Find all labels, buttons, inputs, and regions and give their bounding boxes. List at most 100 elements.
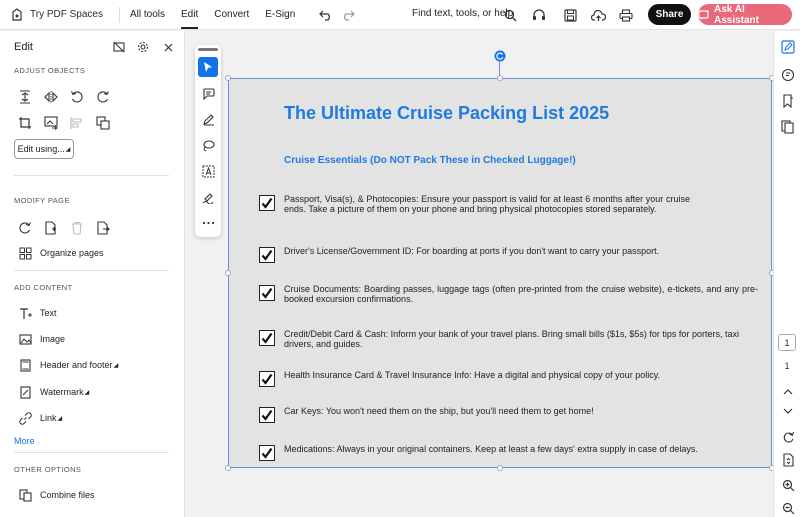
checkbox-checked-icon [259,407,275,423]
resize-handle[interactable] [225,465,231,471]
layer-order-button[interactable] [96,114,122,132]
toolbar-drag-handle[interactable] [198,48,218,51]
crop-button[interactable] [18,114,44,132]
checkbox-checked-icon [259,445,275,461]
arrange-button[interactable] [70,114,96,132]
link-button[interactable]: Link ◢ [18,411,62,425]
menu-e-sign[interactable]: E-Sign [265,9,295,20]
fit-page-button[interactable] [780,452,796,468]
redo-button[interactable] [337,4,359,26]
pdf-spaces-link[interactable]: Try PDF Spaces [10,7,103,22]
modify-page-row [18,219,122,237]
zoom-out-button[interactable] [780,500,796,516]
crop-icon [19,117,31,129]
menu-edit[interactable]: Edit [181,9,199,29]
edit-using-button[interactable]: Edit using... ◢ [14,139,74,159]
undo-icon [319,10,331,21]
checklist-item[interactable]: Driver's License/Government ID: For boar… [259,246,744,263]
header-and-footer-button[interactable]: Header and footer ◢ [18,358,118,372]
edit-panel-toggle[interactable] [780,39,796,55]
watermark-button[interactable]: Watermark ◢ [18,385,89,399]
close-panel-button[interactable] [161,40,175,54]
upload-button[interactable] [589,6,607,24]
refresh-button[interactable] [780,429,796,445]
document-title[interactable]: The Ultimate Cruise Packing List 2025 [284,103,609,124]
support-button[interactable] [530,6,548,24]
zoom-out-icon [782,502,794,514]
delete-page-button[interactable] [70,219,96,237]
checklist-item[interactable]: Health Insurance Card & Travel Insurance… [259,370,754,387]
replace-image-button[interactable] [44,114,70,132]
more-tools-button[interactable] [198,213,218,233]
pages-thumbnails-button[interactable] [780,119,796,135]
draw-tool[interactable] [198,109,218,129]
resize-handle[interactable] [225,270,231,276]
add-text-button[interactable]: Text [18,306,57,320]
resize-handle[interactable] [497,75,503,81]
extract-page-button[interactable] [96,219,122,237]
rotate-page-icon [19,222,31,234]
undo-button[interactable] [315,4,337,26]
sign-tool[interactable] [198,187,218,207]
checklist-item[interactable]: Passport, Visa(s), & Photocopies: Ensure… [259,194,690,214]
resize-handle[interactable] [225,75,231,81]
select-tool[interactable] [198,57,218,77]
panel-settings-button[interactable] [136,40,150,54]
menu-convert[interactable]: Convert [214,9,249,20]
submenu-indicator: ◢ [57,415,63,422]
ask-ai-assistant-button[interactable]: Ask AI Assistant [698,4,792,26]
rotate-right-icon [97,91,109,103]
checklist-item-text: Health Insurance Card & Travel Insurance… [284,370,661,380]
ai-chat-button[interactable] [780,67,796,83]
checkbox-checked-icon [259,371,275,387]
comment-tool[interactable] [198,83,218,103]
submenu-indicator: ◢ [84,389,90,396]
top-bar: Try PDF Spaces All tools Edit Convert E-… [0,0,800,30]
resize-handle[interactable] [497,465,503,471]
combine-files-button[interactable]: Combine files [18,488,95,502]
flip-horizontal-button[interactable] [44,88,70,106]
edit-off-button[interactable] [112,40,126,54]
checklist-item[interactable]: Car Keys: You won't need them on the shi… [259,406,744,423]
rotate-page-button[interactable] [18,219,44,237]
add-image-button[interactable]: Image [18,332,65,346]
search-button[interactable] [501,6,519,24]
pdf-page[interactable]: The Ultimate Cruise Packing List 2025 Cr… [225,75,775,471]
watermark-icon [18,385,32,399]
ai-chat-icon [781,68,795,82]
insert-page-button[interactable] [44,219,70,237]
adjust-objects-row-2 [18,114,122,132]
rotate-right-button[interactable] [96,88,122,106]
share-button[interactable]: Share [648,4,691,25]
bookmark-icon [783,94,793,108]
more-link[interactable]: More [14,436,35,446]
organize-pages-button[interactable]: Organize pages [18,246,104,260]
find-text-tools-help[interactable]: Find text, tools, or help [412,8,513,19]
rotate-left-button[interactable] [70,88,96,106]
checklist-item-text: Passport, Visa(s), & Photocopies: Ensure… [284,194,690,214]
comment-icon [202,87,215,100]
save-button[interactable] [561,6,579,24]
freeform-tool[interactable] [198,135,218,155]
checklist-item[interactable]: Credit/Debit Card & Cash: Inform your ba… [259,329,739,349]
bookmarks-button[interactable] [780,93,796,109]
link-icon [18,411,32,425]
layers-icon [96,116,110,130]
align-button[interactable] [18,88,44,106]
combine-files-label: Combine files [40,490,95,500]
text-box-tool[interactable] [198,161,218,181]
insert-page-icon [45,221,56,235]
zoom-in-button[interactable] [780,477,796,493]
print-button[interactable] [617,6,635,24]
cloud-upload-icon [590,9,606,21]
more-icon [202,221,214,225]
previous-page-button[interactable] [780,384,796,400]
document-subtitle[interactable]: Cruise Essentials (Do NOT Pack These in … [284,155,576,166]
menu-all-tools[interactable]: All tools [130,9,165,20]
next-page-button[interactable] [780,403,796,419]
rotation-handle[interactable] [494,50,506,62]
checklist-item[interactable]: Medications: Always in your original con… [259,444,720,461]
submenu-indicator: ◢ [113,362,119,369]
current-page-input[interactable]: 1 [778,334,796,351]
checklist-item[interactable]: Cruise Documents: Boarding passes, lugga… [259,284,758,304]
